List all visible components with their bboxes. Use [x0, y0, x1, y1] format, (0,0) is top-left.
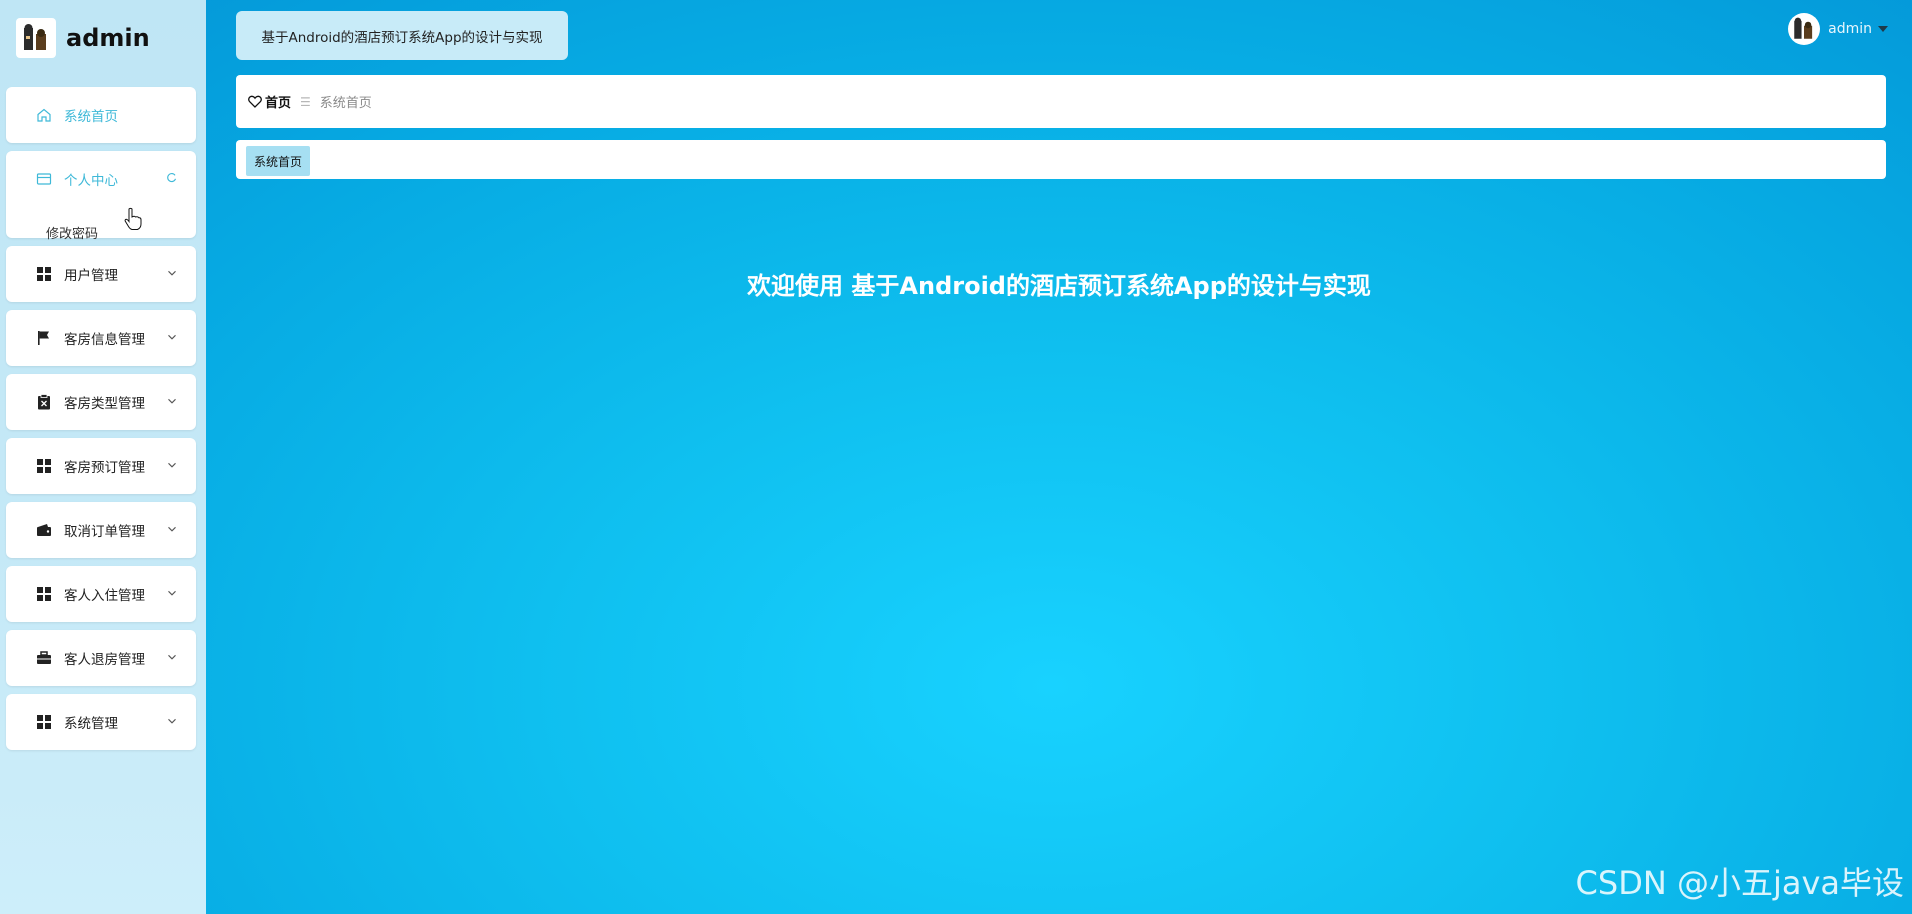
chevron-down-icon — [166, 523, 178, 535]
sidebar-item-label: 客人入住管理 — [64, 588, 145, 604]
sidebar-item-label: 客房预订管理 — [64, 460, 145, 476]
watermark: CSDN @小五java毕设 — [1575, 864, 1904, 902]
sidebar-item-room-type-management[interactable]: 客房类型管理 — [6, 374, 196, 430]
sidebar-item-room-booking-management[interactable]: 客房预订管理 — [6, 438, 196, 494]
briefcase-icon — [36, 650, 52, 666]
heart-icon — [248, 95, 262, 108]
breadcrumb-home[interactable]: 首页 — [248, 92, 291, 111]
sidebar-item-label: 系统管理 — [64, 716, 118, 732]
clipboard-x-icon — [36, 394, 52, 410]
grid-icon — [36, 266, 52, 282]
sidebar-item-check-in-management[interactable]: 客人入住管理 — [6, 566, 196, 622]
sidebar-item-room-info-management[interactable]: 客房信息管理 — [6, 310, 196, 366]
chevron-down-icon — [166, 587, 178, 599]
sidebar-item-label: 用户管理 — [64, 268, 118, 284]
wallet-icon — [36, 522, 52, 538]
chevron-down-icon — [166, 651, 178, 663]
chevron-down-icon — [166, 459, 178, 471]
user-menu[interactable]: admin — [1788, 13, 1888, 45]
tab-bar: 系统首页 — [236, 140, 1886, 179]
grid-icon — [36, 714, 52, 730]
breadcrumb: 首页 ☰ 系统首页 — [236, 75, 1886, 128]
grid-icon — [36, 458, 52, 474]
card-icon — [36, 171, 52, 187]
welcome-text: 欢迎使用 基于Android的酒店预订系统App的设计与实现 — [747, 272, 1371, 300]
sidebar-item-label: 客人退房管理 — [64, 652, 145, 668]
breadcrumb-current: 系统首页 — [319, 96, 372, 111]
logo-image — [16, 18, 56, 58]
chevron-down-icon — [166, 267, 178, 279]
chevron-down-icon — [166, 331, 178, 343]
avatar — [1788, 13, 1821, 45]
tab-home[interactable]: 系统首页 — [246, 146, 311, 176]
caret-down-icon — [1878, 26, 1888, 32]
logo-area: admin — [16, 18, 150, 58]
system-title-box: 基于Android的酒店预订系统App的设计与实现 — [236, 11, 568, 60]
sidebar: admin 系统首页 个人中心 修改密码 用户管理 客房信息管理 客房类型管理 … — [0, 0, 206, 914]
breadcrumb-separator-icon: ☰ — [300, 94, 311, 109]
sidebar-item-user-management[interactable]: 用户管理 — [6, 246, 196, 302]
system-title: 基于Android的酒店预订系统App的设计与实现 — [261, 29, 543, 46]
sidebar-item-label: 客房类型管理 — [64, 396, 145, 412]
breadcrumb-home-label: 首页 — [265, 96, 292, 111]
loading-spinner-icon — [166, 172, 178, 184]
sidebar-item-system-management[interactable]: 系统管理 — [6, 694, 196, 750]
welcome-banner: 欢迎使用 基于Android的酒店预订系统App的设计与实现 — [206, 266, 1912, 301]
logo-title: admin — [66, 24, 150, 52]
chevron-down-icon — [166, 395, 178, 407]
sidebar-item-home[interactable]: 系统首页 — [6, 87, 196, 143]
sidebar-item-label: 系统首页 — [64, 109, 118, 125]
sidebar-item-label: 取消订单管理 — [64, 524, 145, 540]
sidebar-item-label: 个人中心 — [64, 173, 118, 189]
sidebar-item-cancel-order-management[interactable]: 取消订单管理 — [6, 502, 196, 558]
sidebar-item-check-out-management[interactable]: 客人退房管理 — [6, 630, 196, 686]
flag-icon — [36, 330, 52, 346]
chevron-down-icon — [166, 715, 178, 727]
sidebar-item-label: 客房信息管理 — [64, 332, 145, 348]
username: admin — [1828, 21, 1872, 37]
home-icon — [36, 107, 52, 123]
hand-cursor-icon — [124, 207, 142, 235]
submenu-item-change-password[interactable]: 修改密码 — [46, 223, 98, 242]
grid-icon — [36, 586, 52, 602]
sidebar-item-personal-center[interactable]: 个人中心 修改密码 — [6, 151, 196, 242]
